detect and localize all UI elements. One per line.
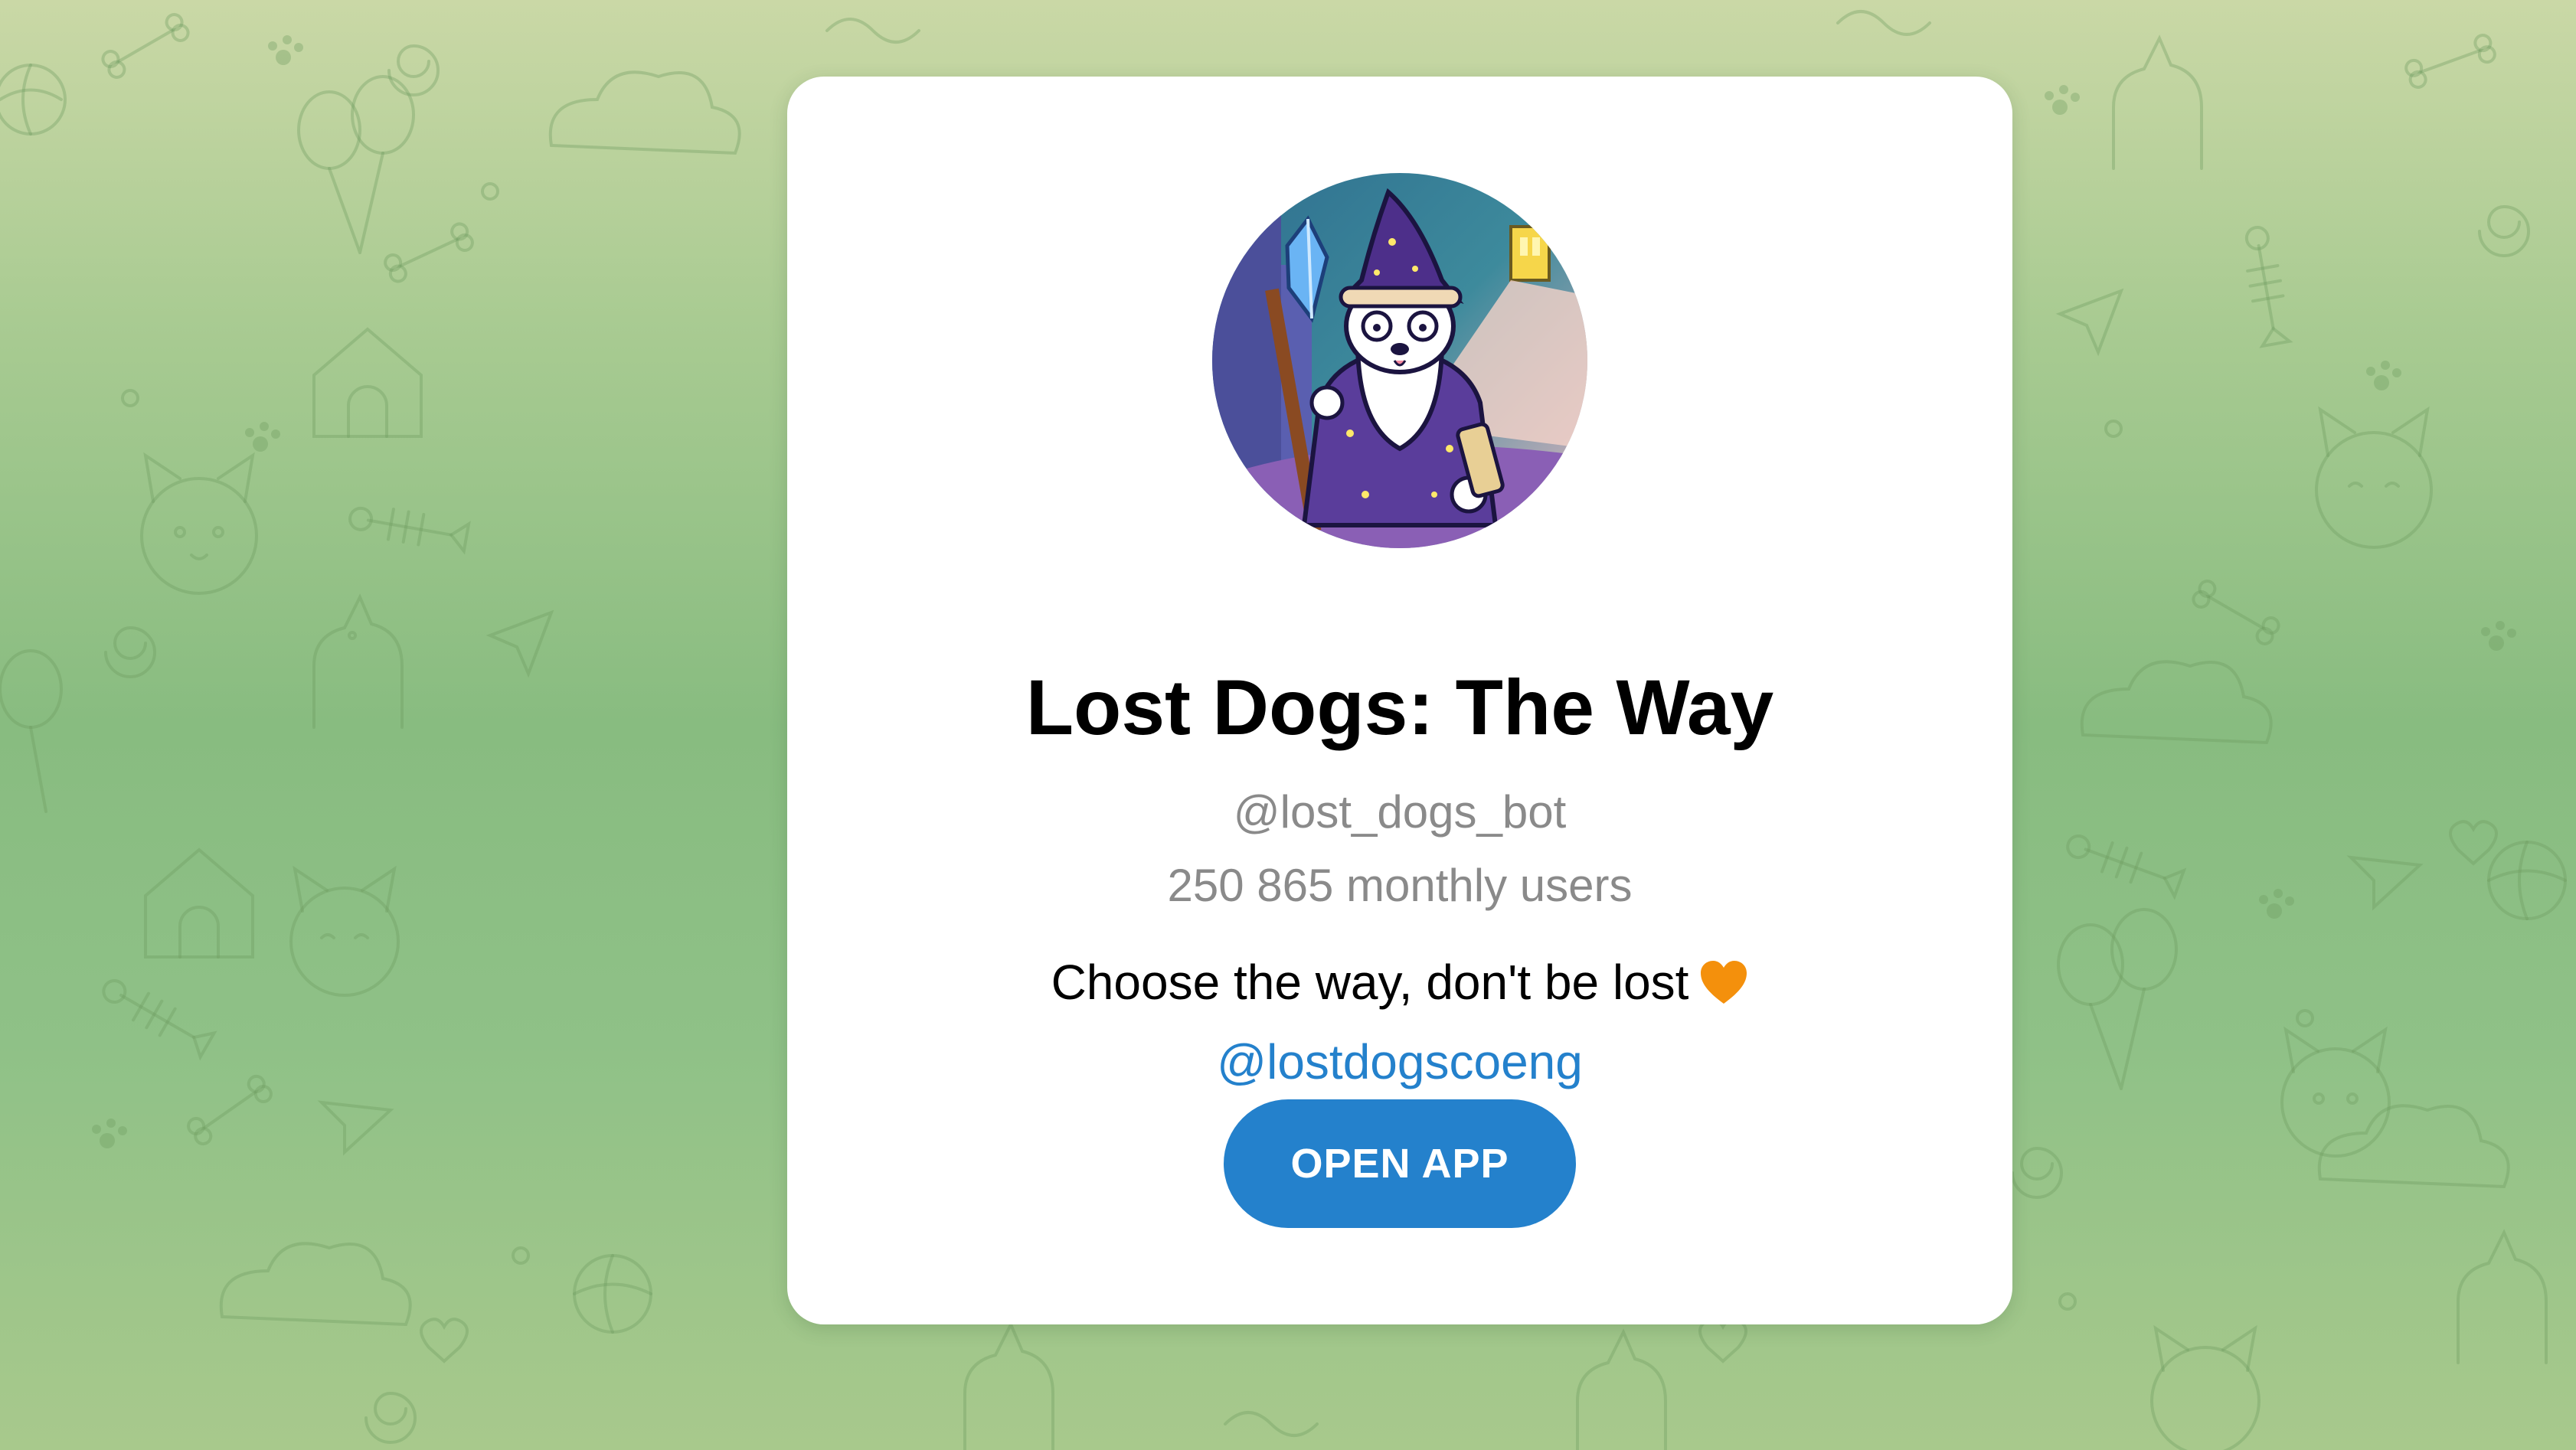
open-app-button[interactable]: OPEN APP: [1224, 1099, 1576, 1228]
bot-title: Lost Dogs: The Way: [1025, 664, 1774, 751]
bot-description: Choose the way, don't be lost: [787, 954, 2012, 1017]
channel-link[interactable]: @lostdogscoeng: [787, 1034, 2012, 1090]
monthly-users-count: 250 865 monthly users: [1167, 860, 1633, 911]
bot-avatar: [1212, 173, 1587, 548]
bot-info-card: Lost Dogs: The Way @lost_dogs_bot 250 86…: [787, 77, 2012, 1324]
bot-description-text: Choose the way, don't be lost: [1051, 955, 1689, 1010]
wizard-dog-avatar: [1212, 173, 1587, 548]
orange-heart-icon: [1699, 959, 1748, 1017]
bot-username: @lost_dogs_bot: [1233, 786, 1567, 838]
